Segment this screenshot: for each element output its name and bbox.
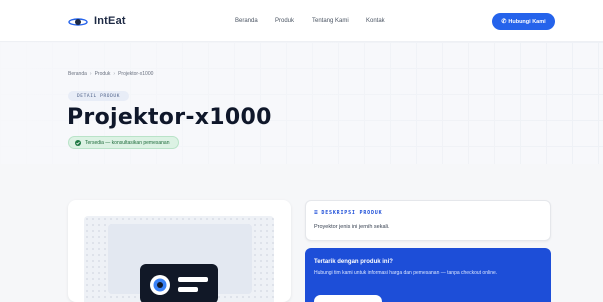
availability-text: Tersedia — konsultasikan pemesanan — [85, 139, 170, 146]
breadcrumb-separator: › — [89, 71, 92, 77]
product-image-card — [68, 200, 291, 302]
nav-link-produk[interactable]: Produk — [275, 18, 294, 24]
nav-link-beranda[interactable]: Beranda — [235, 18, 258, 24]
promo-title: Tertarik dengan produk ini? — [314, 259, 393, 265]
site-header: IntEat Beranda Produk Tentang Kami Konta… — [0, 0, 603, 42]
phone-icon: ✆ — [501, 19, 507, 25]
promo-contact-button[interactable] — [314, 295, 382, 302]
description-title-text: DESKRIPSI PRODUK — [321, 209, 383, 216]
availability-badge: Tersedia — konsultasikan pemesanan — [68, 136, 179, 149]
check-circle-icon — [75, 139, 81, 146]
description-text: Proyektor jenis ini jernih sekali. — [314, 224, 390, 230]
breadcrumb-separator: › — [113, 71, 116, 77]
breadcrumb-products[interactable]: Produk — [95, 71, 111, 77]
product-content: ≡ DESKRIPSI PRODUK Proyektor jenis ini j… — [0, 164, 603, 302]
contact-promo-card: Tertarik dengan produk ini? Hubungi tim … — [305, 248, 551, 302]
breadcrumb-current: Projektor-x1000 — [118, 71, 154, 77]
contact-us-button[interactable]: ✆ Hubungi Kami — [492, 13, 555, 30]
contact-us-label: Hubungi Kami — [508, 18, 546, 25]
nav-link-tentang-kami[interactable]: Tentang Kami — [312, 18, 349, 24]
description-title: ≡ DESKRIPSI PRODUK — [314, 209, 382, 216]
list-icon: ≡ — [314, 209, 319, 216]
hero-section: Beranda › Produk › Projektor-x1000 DETAI… — [0, 42, 603, 164]
promo-text: Hubungi tim kami untuk informasi harga d… — [314, 270, 498, 276]
product-detail-tag: DETAIL PRODUK — [68, 91, 130, 101]
description-card: ≡ DESKRIPSI PRODUK Proyektor jenis ini j… — [305, 200, 551, 241]
breadcrumb-home[interactable]: Beranda — [68, 71, 87, 77]
projector-icon — [140, 264, 218, 302]
nav-link-kontak[interactable]: Kontak — [366, 18, 385, 24]
page-title: Projektor-x1000 — [67, 105, 272, 130]
breadcrumb: Beranda › Produk › Projektor-x1000 — [68, 71, 153, 77]
